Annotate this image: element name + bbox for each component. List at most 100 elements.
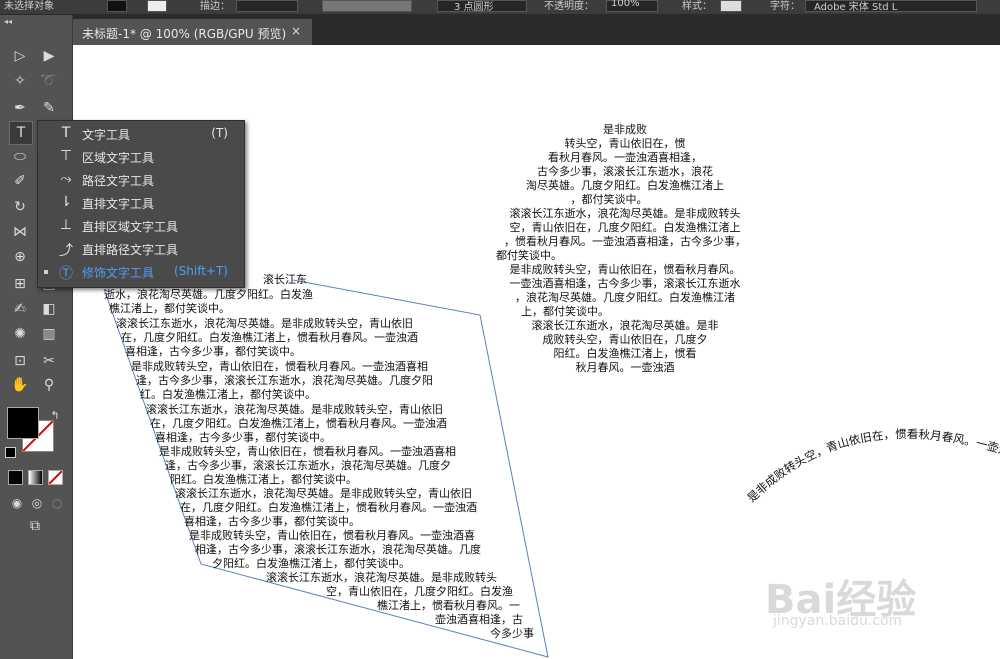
area-text-line: 喜相逢，古今多少事，都付笑谈中。 bbox=[184, 515, 360, 528]
tools-panel: ◂◂ ▷ ▶ ✧ ➰ ✒ ✎ T ⬭ ✐ ↻ ⋈ ⊕ ⊞ ▤ ✍ ◧ ✺ ▥ ⊡… bbox=[0, 15, 73, 659]
shape-builder-tool-icon[interactable]: ⊕ bbox=[9, 246, 31, 268]
flyout-item-label: 文字工具 bbox=[82, 128, 131, 142]
area-text-line: 相逢，古今多少事，滚滚长江东逝水，浪花淘尽英雄。几度 bbox=[195, 543, 481, 556]
area-text-line: 滚滚长江东逝水，浪花淘尽英雄。是非成败转头空，青山依旧 bbox=[175, 487, 472, 500]
width-tool-icon[interactable]: ⋈ bbox=[9, 221, 31, 243]
flyout-item-label: 直排文字工具 bbox=[82, 197, 155, 211]
area-text-line: 樵江渚上，惯看秋月春风。一 bbox=[377, 599, 520, 612]
area-text-line: 阳红。白发渔樵江渚上，都付笑谈中。 bbox=[170, 473, 357, 486]
type-tools-flyout: T 文字工具 (T) ⊤ 区域文字工具 ⤳ 路径文字工具 ⇂ 直排文字工具 ⊥ … bbox=[37, 120, 245, 288]
color-mode-icon[interactable] bbox=[8, 470, 23, 485]
area-text-line: 空，青山依旧在，几度夕阳红。白发渔 bbox=[326, 585, 513, 598]
circle-text-line: ，浪花淘尽英雄。几度夕阳红。白发渔樵江渚 bbox=[515, 291, 735, 304]
stroke-weight-field[interactable] bbox=[236, 0, 298, 12]
flyout-item-label: 直排路径文字工具 bbox=[82, 243, 179, 257]
stroke-swatch[interactable] bbox=[147, 0, 167, 12]
blend-tool-icon[interactable]: ◧ bbox=[38, 298, 60, 320]
circle-text-line: 是非成败 bbox=[603, 123, 647, 136]
flyout-item-vertical-type-tool[interactable]: ⇂ 直排文字工具 bbox=[38, 192, 244, 215]
circle-text-line: 阳红。白发渔樵江渚上，惯看 bbox=[553, 347, 697, 360]
ellipse-tool-icon[interactable]: ⬭ bbox=[9, 146, 31, 168]
magic-wand-tool-icon[interactable]: ✧ bbox=[9, 70, 31, 92]
default-colors-icon[interactable] bbox=[5, 447, 16, 458]
circle-text-line: 成败转头空，青山依旧在，几度夕 bbox=[542, 333, 708, 346]
area-text-line: 喜相逢，古今多少事，都付笑谈中。 bbox=[155, 431, 331, 444]
opacity-label: 不透明度： bbox=[544, 1, 594, 12]
opacity-value: 100% bbox=[611, 0, 640, 9]
flyout-item-type-tool[interactable]: T 文字工具 (T) bbox=[38, 123, 244, 146]
circle-text-line: 看秋月春风。一壶浊酒喜相逢， bbox=[548, 151, 702, 164]
type-tool-icon[interactable]: T bbox=[9, 121, 33, 145]
artboard-tool-icon[interactable]: ⊡ bbox=[9, 350, 31, 372]
style-label: 样式： bbox=[682, 1, 712, 12]
active-marker bbox=[44, 270, 48, 274]
stroke-label: 描边： bbox=[200, 1, 230, 12]
opacity-field[interactable]: 100% bbox=[606, 0, 658, 12]
touch-type-icon: Ⓣ bbox=[59, 266, 73, 282]
draw-behind-icon[interactable]: ◎ bbox=[26, 492, 48, 514]
circle-text-line: 滚滚长江东逝水，浪花淘尽英雄。是非成败转头 bbox=[509, 207, 741, 220]
selection-status: 未选择对象 bbox=[4, 1, 54, 12]
flyout-item-label: 直排区域文字工具 bbox=[82, 220, 179, 234]
document-tab-bar: 未标题-1* @ 100% (RGB/GPU 预览) × bbox=[72, 15, 1000, 45]
hand-tool-icon[interactable]: ✋ bbox=[9, 374, 31, 396]
flyout-item-type-on-path-tool[interactable]: ⤳ 路径文字工具 bbox=[38, 169, 244, 192]
character-label: 字符： bbox=[770, 1, 800, 12]
swap-colors-icon[interactable]: ↰ bbox=[44, 405, 66, 427]
mesh-tool-icon[interactable]: ⊞ bbox=[9, 273, 31, 295]
circle-text-line: 空，青山依旧在，几度夕阳红。白发渔樵江渚上 bbox=[509, 221, 741, 234]
symbol-sprayer-tool-icon[interactable]: ✺ bbox=[9, 323, 31, 345]
direct-selection-tool-icon[interactable]: ▶ bbox=[38, 45, 60, 67]
draw-normal-icon[interactable]: ◉ bbox=[6, 492, 28, 514]
column-graph-tool-icon[interactable]: ▥ bbox=[38, 323, 60, 345]
brush-definition[interactable]: 3 点圆形 bbox=[437, 0, 527, 13]
lasso-tool-icon[interactable]: ➰ bbox=[38, 70, 60, 92]
area-text-line: 逢，古今多少事，滚滚长江东逝水，浪花淘尽英雄。几度夕阳 bbox=[136, 374, 433, 387]
slice-tool-icon[interactable]: ✂ bbox=[38, 350, 60, 372]
circle-text-line: 滚滚长江东逝水，浪花淘尽英雄。是非 bbox=[531, 319, 719, 332]
font-family-select[interactable]: Adobe 宋体 Std L bbox=[805, 0, 977, 13]
circle-text-line: 秋月春风。一壶浊酒 bbox=[575, 361, 675, 374]
vertical-area-type-icon: ⊥ bbox=[59, 217, 73, 233]
zoom-tool-icon[interactable]: ⚲ bbox=[38, 374, 60, 396]
area-text-line: 是非成败转头空，青山依旧在，惯看秋月春风。一壶浊酒喜 bbox=[189, 529, 475, 542]
eyedropper-tool-icon[interactable]: ✍ bbox=[9, 298, 31, 320]
flyout-item-vertical-type-on-path-tool[interactable]: ⤴ 直排路径文字工具 bbox=[38, 238, 244, 261]
selection-tool-icon[interactable]: ▷ bbox=[9, 45, 31, 67]
circle-text-line: 是非成败转头空，青山依旧在，惯看秋月春风。 bbox=[509, 263, 741, 276]
flyout-item-label: 路径文字工具 bbox=[82, 174, 155, 188]
graphic-style-swatch[interactable] bbox=[720, 0, 742, 12]
type-on-path[interactable]: 是非成败转头空，青山依旧在，惯看秋月春风。一壶浊酒 bbox=[734, 364, 1000, 505]
circle-text-line: 上，都付笑谈中。 bbox=[521, 305, 609, 318]
pen-tool-icon[interactable]: ✒ bbox=[9, 97, 31, 119]
flyout-item-touch-type-tool[interactable]: Ⓣ 修饰文字工具 (Shift+T) bbox=[38, 261, 244, 284]
font-family-value: Adobe 宋体 Std L bbox=[814, 2, 898, 13]
rotate-tool-icon[interactable]: ↻ bbox=[9, 196, 31, 218]
document-tab[interactable]: 未标题-1* @ 100% (RGB/GPU 预览) × bbox=[72, 19, 312, 45]
fill-color-box[interactable] bbox=[7, 407, 39, 439]
fill-swatch[interactable] bbox=[107, 0, 127, 12]
area-text-line: 喜相逢，古今多少事，都付笑谈中。 bbox=[125, 345, 301, 358]
area-text-line: 是非成败转头空，青山依旧在，惯看秋月春风。一壶浊酒喜相 bbox=[131, 360, 428, 373]
flyout-item-vertical-area-type-tool[interactable]: ⊥ 直排区域文字工具 bbox=[38, 215, 244, 238]
paintbrush-tool-icon[interactable]: ✐ bbox=[9, 170, 31, 192]
area-text-line: 今多少事 bbox=[490, 627, 534, 640]
none-mode-icon[interactable] bbox=[48, 470, 63, 485]
circle-text-line: ，惯看秋月春风。一壶浊酒喜相逢，古今多少事， bbox=[504, 235, 746, 248]
variable-width-profile[interactable] bbox=[322, 0, 412, 12]
svg-text:是非成败转头空，青山依旧在，惯看秋月春风。一壶浊酒: 是非成败转头空，青山依旧在，惯看秋月春风。一壶浊酒 bbox=[734, 364, 1000, 505]
gradient-mode-icon[interactable] bbox=[28, 470, 43, 485]
area-text-line: 滚滚长江东逝水，浪花淘尽英雄。是非成败转头空，青山依旧 bbox=[116, 317, 413, 330]
brush-label: 3 点圆形 bbox=[454, 2, 494, 13]
flyout-item-area-type-tool[interactable]: ⊤ 区域文字工具 bbox=[38, 146, 244, 169]
collapse-panel-icon[interactable]: ◂◂ bbox=[4, 17, 12, 26]
close-tab-icon[interactable]: × bbox=[291, 24, 301, 38]
vertical-type-on-path-icon: ⤴ bbox=[59, 243, 73, 259]
circle-area-text[interactable]: 是非成败 转头空，青山依旧在，惯 看秋月春风。一壶浊酒喜相逢， 古今多少事，滚滚… bbox=[490, 123, 760, 383]
circle-text-line: 淘尽英雄。几度夕阳红。白发渔樵江渚上 bbox=[526, 179, 724, 192]
screen-mode-icon[interactable]: ⧉ bbox=[24, 515, 46, 537]
flyout-item-shortcut: (T) bbox=[211, 126, 228, 140]
draw-inside-icon[interactable]: ○ bbox=[46, 492, 68, 514]
area-text-line: 夕阳红。白发渔樵江渚上，都付笑谈中。 bbox=[212, 557, 410, 570]
curvature-tool-icon[interactable]: ✎ bbox=[38, 97, 60, 119]
